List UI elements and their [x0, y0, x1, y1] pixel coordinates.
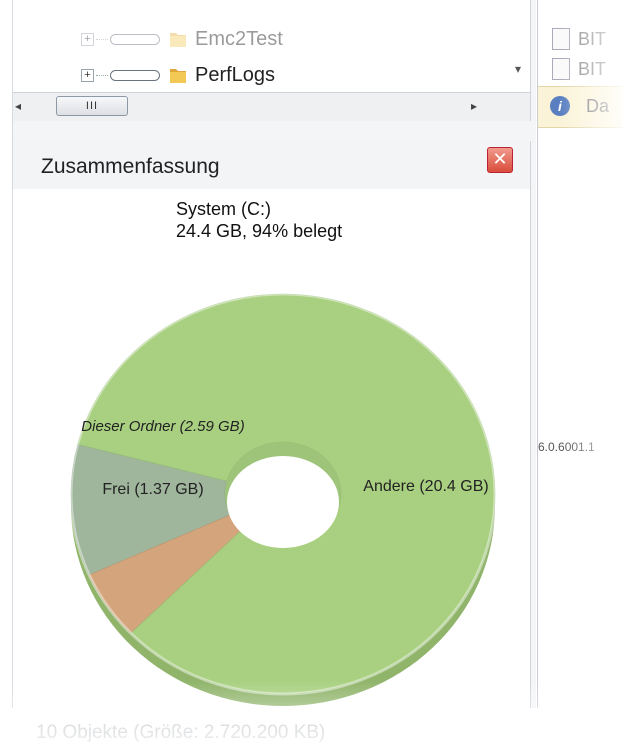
- horizontal-scrollbar[interactable]: ◂ III ▸: [13, 92, 531, 121]
- info-bar-text: Da: [586, 96, 610, 116]
- info-bar[interactable]: i Da: [538, 86, 623, 128]
- tree-item-label: Emc2Test: [195, 27, 283, 50]
- summary-chart-area: System (C:) 24.4 GB, 94% belegt Dieser O…: [13, 189, 531, 708]
- folder-icon: [170, 69, 186, 83]
- scrollbar-thumb[interactable]: III: [56, 96, 128, 116]
- close-icon: ✕: [492, 149, 508, 169]
- folder-icon: [170, 33, 186, 47]
- slice-label: Andere (20.4 GB): [363, 478, 488, 495]
- scroll-right-arrow-icon[interactable]: ▸: [471, 99, 477, 113]
- info-icon: i: [550, 96, 570, 116]
- file-item[interactable]: BIT: [552, 58, 606, 80]
- version-text: 6.0.6001.1: [538, 440, 595, 454]
- file-item-label: BIT: [578, 28, 607, 49]
- tree-item-label: PerfLogs: [195, 63, 276, 86]
- close-button[interactable]: ✕: [487, 147, 513, 173]
- file-item[interactable]: BIT: [552, 28, 606, 50]
- slice-label: Dieser Ordner (2.59 GB): [81, 418, 244, 435]
- disk-usage-donut-chart: Dieser Ordner (2.59 GB) Frei (1.37 GB) And…: [69, 292, 497, 706]
- checkbox-pill-icon[interactable]: [110, 69, 160, 81]
- status-bar: 10 Objekte (Größe: 2.720.200 KB): [0, 708, 623, 745]
- expand-icon[interactable]: +: [81, 32, 94, 46]
- summary-title: Zusammenfassung: [41, 155, 220, 178]
- document-icon: [552, 58, 570, 80]
- scroll-down-arrow-icon[interactable]: ▾: [508, 62, 528, 88]
- right-pane: BIT BIT i Da 6.0.6001.1: [537, 0, 623, 708]
- tree-item-emc2test[interactable]: + Emc2Test: [81, 26, 283, 52]
- tree-item-perflogs[interactable]: + PerfLogs: [81, 62, 275, 88]
- folder-tree: + Emc2Test + PerfLogs ▾: [13, 0, 531, 92]
- document-icon: [552, 28, 570, 50]
- scroll-left-arrow-icon[interactable]: ◂: [15, 99, 21, 113]
- status-text: 10 Objekte (Größe: 2.720.200 KB): [36, 722, 326, 743]
- tree-connector: [96, 74, 108, 76]
- left-pane: + Emc2Test + PerfLogs ▾ ◂ III ▸ Zusammen…: [12, 0, 536, 708]
- file-item-label: BIT: [578, 58, 607, 79]
- expand-icon[interactable]: +: [81, 68, 94, 82]
- tree-connector: [96, 38, 108, 40]
- slice-label: Frei (1.37 GB): [102, 481, 203, 498]
- checkbox-pill-icon[interactable]: [110, 33, 160, 45]
- summary-header: Zusammenfassung ✕: [13, 141, 531, 189]
- donut-hole: [227, 456, 339, 548]
